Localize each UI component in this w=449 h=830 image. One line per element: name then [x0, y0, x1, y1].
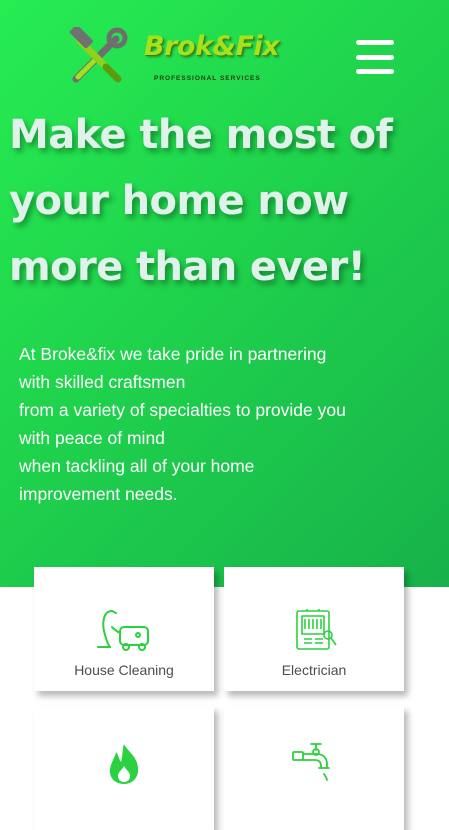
menu-bar — [356, 69, 394, 74]
service-label: House Cleaning — [74, 662, 174, 678]
hero-title-line: your home now — [9, 178, 349, 224]
hero-text-line: At Broke&fix we take pride in partnering — [19, 344, 327, 364]
hammer-wrench-icon — [69, 27, 128, 83]
brand-logo[interactable]: Brok&Fix PROFESSIONAL SERVICES — [66, 27, 296, 89]
fire-icon — [109, 744, 139, 784]
water-faucet-icon — [292, 743, 330, 781]
hero-text-line: with skilled craftsmen — [19, 372, 186, 392]
hero-text-line: with peace of mind — [19, 428, 165, 448]
service-card-electrician[interactable]: Electrician — [224, 567, 404, 691]
electrical-panel-icon — [296, 609, 337, 650]
hero-text-line: improvement needs. — [19, 484, 178, 504]
brand-name: Brok&Fix — [144, 31, 280, 62]
menu-bar — [356, 40, 394, 45]
brand-tagline: PROFESSIONAL SERVICES — [154, 75, 261, 82]
hero-title-line: Make the most of — [9, 112, 393, 158]
service-card-4[interactable] — [224, 706, 404, 830]
service-label: Electrician — [281, 662, 347, 678]
vacuum-cleaner-icon — [97, 610, 149, 651]
hamburger-menu-icon[interactable] — [356, 40, 394, 74]
hero-title-line: more than ever! — [9, 244, 366, 290]
hero-section: Brok&Fix PROFESSIONAL SERVICES Make the … — [0, 0, 449, 587]
hero-title: Make the most of your home now more than… — [9, 102, 439, 300]
service-card-3[interactable] — [34, 706, 214, 830]
service-card-house-cleaning[interactable]: House Cleaning — [34, 567, 214, 691]
menu-bar — [356, 54, 394, 60]
hero-text-line: from a variety of specialties to provide… — [19, 400, 346, 420]
hero-description: At Broke&fix we take pride in partnering… — [19, 340, 434, 508]
hero-text-line: when tackling all of your home — [19, 456, 255, 476]
